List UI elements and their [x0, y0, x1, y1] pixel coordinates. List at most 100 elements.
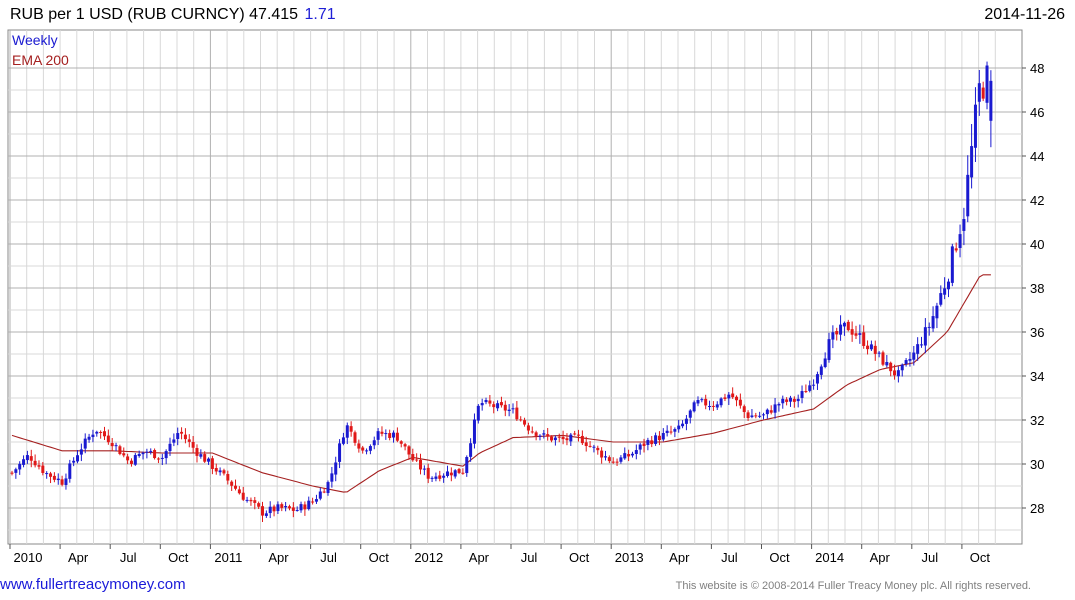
- candle-down: [156, 458, 160, 460]
- candle-down: [380, 431, 384, 434]
- candle-up: [79, 449, 83, 455]
- candle-up: [76, 455, 80, 462]
- candle-up: [64, 478, 68, 485]
- website-link[interactable]: www.fullertreacymoney.com: [0, 576, 186, 593]
- candle-down: [187, 439, 191, 442]
- candle-down: [415, 459, 419, 461]
- candle-up: [966, 174, 970, 217]
- legend-ema: EMA 200: [12, 52, 69, 68]
- candle-down: [180, 431, 184, 434]
- candle-up: [365, 450, 369, 452]
- candle-down: [291, 507, 295, 511]
- candle-up: [808, 385, 812, 391]
- candle-down: [881, 352, 885, 365]
- candle-up: [869, 344, 873, 350]
- candle-down: [515, 407, 519, 420]
- candle-up: [815, 374, 819, 384]
- y-axis: 28 30 32 34 36 38 40 42 44 46 48: [1022, 61, 1044, 516]
- candle-up: [619, 457, 623, 462]
- candle-up: [688, 410, 692, 418]
- candle-up: [696, 400, 700, 404]
- candle-down: [106, 435, 110, 443]
- candle-down: [954, 248, 958, 251]
- candle-down: [596, 447, 600, 451]
- candle-down: [669, 431, 673, 433]
- candle-down: [804, 391, 808, 393]
- candle-up: [842, 322, 846, 327]
- candle-down: [723, 397, 727, 399]
- candle-up: [623, 453, 627, 459]
- x-tick-label: Jul: [120, 550, 137, 565]
- candle-up: [345, 425, 349, 438]
- candle-down: [580, 435, 584, 444]
- candle-down: [735, 396, 739, 401]
- x-tick-label: Jul: [320, 550, 337, 565]
- candle-down: [499, 402, 503, 406]
- candle-down: [615, 461, 619, 463]
- candle-down: [742, 406, 746, 413]
- candle-down: [526, 425, 530, 431]
- candle-up: [935, 305, 939, 319]
- candle-down: [10, 472, 14, 474]
- candle-up: [326, 482, 330, 493]
- candle-down: [399, 441, 403, 444]
- candle-down: [37, 465, 41, 467]
- candle-up: [781, 398, 785, 404]
- candle-down: [523, 420, 527, 425]
- candle-down: [650, 440, 654, 445]
- x-tick-label: Oct: [168, 550, 189, 565]
- candle-down: [403, 444, 407, 447]
- candle-up: [908, 358, 912, 361]
- candle-down: [322, 491, 326, 493]
- candle-down: [388, 433, 392, 438]
- candle-up: [638, 444, 642, 450]
- candle-down: [854, 333, 858, 336]
- candle-down: [711, 405, 715, 407]
- candle-up: [168, 443, 172, 452]
- candle-up: [839, 324, 843, 335]
- x-tick-label: 2013: [615, 550, 644, 565]
- candle-down: [981, 87, 985, 99]
- candle-down: [519, 419, 523, 421]
- candle-down: [60, 479, 64, 485]
- y-tick-label: 38: [1030, 281, 1044, 296]
- candle-up: [923, 327, 927, 346]
- candle-up: [900, 364, 904, 371]
- candle-up: [176, 433, 180, 440]
- candle-up: [885, 361, 889, 366]
- candle-up: [661, 433, 665, 440]
- x-tick-label: Apr: [669, 550, 690, 565]
- candle-up: [927, 326, 931, 328]
- candle-up: [592, 446, 596, 448]
- candle-up: [831, 332, 835, 340]
- candle-down: [550, 436, 554, 441]
- candle-up: [708, 406, 712, 408]
- candle-down: [792, 398, 796, 402]
- candle-up: [912, 352, 916, 360]
- candle-up: [368, 446, 372, 451]
- x-tick-label: 2011: [214, 550, 242, 565]
- candle-down: [426, 467, 430, 479]
- candle-up: [970, 146, 974, 178]
- candle-up: [334, 462, 338, 475]
- x-axis: 2010 Apr Jul Oct 2011 Apr Jul Oct 2012 Apr Jul Oct 2…: [9, 544, 990, 565]
- candle-up: [137, 453, 141, 457]
- candle-down: [785, 399, 789, 402]
- candle-up: [920, 344, 924, 346]
- candle-down: [534, 432, 538, 436]
- candle-down: [241, 492, 245, 500]
- candle-down: [280, 504, 284, 508]
- candle-down: [492, 404, 496, 408]
- candle-down: [561, 436, 565, 440]
- candle-down: [457, 469, 461, 473]
- candle-down: [257, 503, 261, 507]
- candle-up: [484, 400, 488, 403]
- candle-down: [769, 410, 773, 413]
- candle-down: [407, 446, 411, 455]
- candle-up: [677, 425, 681, 430]
- y-tick-label: 46: [1030, 105, 1044, 120]
- candle-down: [419, 459, 423, 470]
- y-tick-label: 34: [1030, 369, 1044, 384]
- x-tick-label: Jul: [721, 550, 738, 565]
- candle-up: [796, 398, 800, 402]
